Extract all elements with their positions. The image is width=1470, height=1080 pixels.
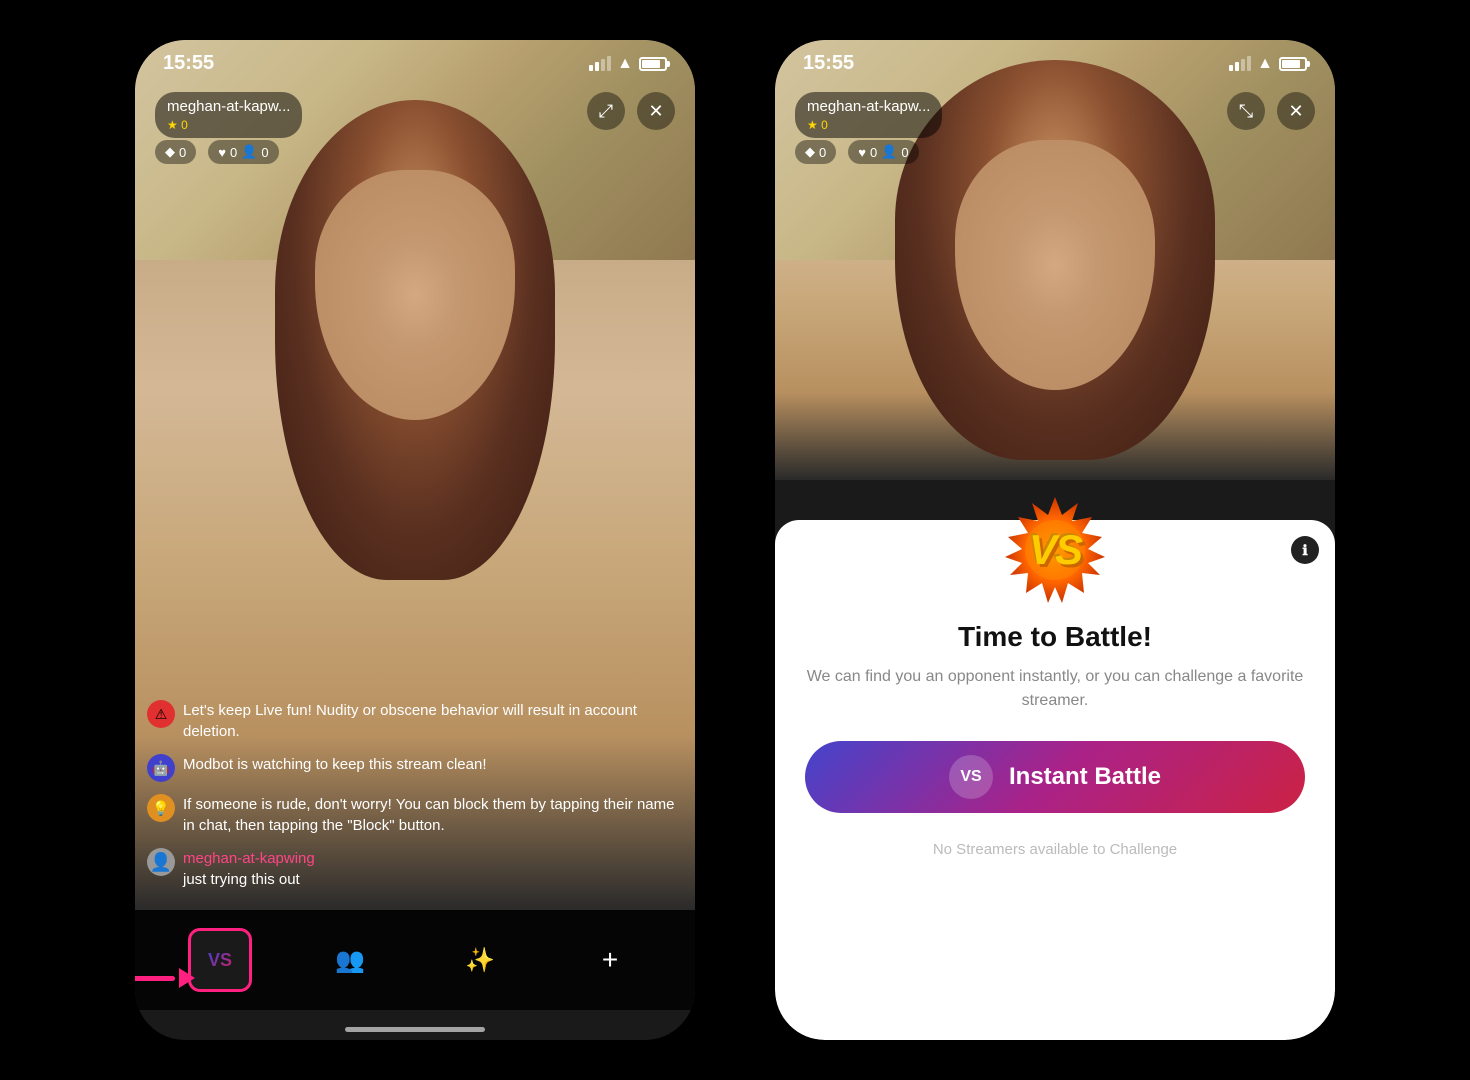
viewer-value-2: 0	[901, 145, 908, 160]
chat-text-1: Let's keep Live fun! Nudity or obscene b…	[183, 700, 683, 742]
battle-sheet: ℹ	[775, 520, 1335, 1040]
signal-bar-6	[1235, 62, 1239, 71]
signal-bar-7	[1241, 59, 1245, 71]
viewer-icon-2: 👤	[881, 144, 897, 160]
user-stars-2: ★ 0	[807, 118, 930, 132]
tip-icon: 💡	[147, 794, 175, 822]
stats-bar-2: ◆ 0 ♥ 0 👤 0	[795, 140, 919, 164]
diamond-stat-2: ◆ 0	[795, 140, 836, 164]
chat-text-3: If someone is rude, don't worry! You can…	[183, 794, 683, 836]
arrow-shaft	[135, 976, 175, 981]
chat-message-3: 💡 If someone is rude, don't worry! You c…	[147, 794, 683, 836]
battle-subtitle: We can find you an opponent instantly, o…	[805, 665, 1305, 713]
info-button[interactable]: ℹ	[1291, 536, 1319, 564]
plus-icon: +	[602, 944, 618, 976]
user-name-1: meghan-at-kapw...	[167, 98, 290, 115]
user-avatar-icon: 👤	[147, 848, 175, 876]
signal-bar-2	[595, 62, 599, 71]
battery-fill-2	[1282, 60, 1300, 68]
status-bar-2: 15:55 ▲	[775, 52, 1335, 75]
warning-icon: ⚠	[147, 700, 175, 728]
instant-battle-button[interactable]: VS Instant Battle	[805, 741, 1305, 813]
user-chat-content: meghan-at-kapwing just trying this out	[183, 848, 315, 890]
chat-message-content: just trying this out	[183, 869, 315, 890]
user-name-2: meghan-at-kapw...	[807, 98, 930, 115]
heart-value-2: 0	[870, 145, 877, 160]
status-icons-1: ▲	[589, 55, 667, 73]
stats-bar-1: ◆ 0 ♥ 0 👤 0	[155, 140, 279, 164]
battle-title: Time to Battle!	[805, 621, 1305, 653]
phones-container: 15:55 ▲ meghan-at-kapw...	[0, 0, 1470, 1080]
plus-button[interactable]: +	[578, 928, 642, 992]
status-bar-1: 15:55 ▲	[135, 52, 695, 75]
top-controls-1: ⤢ ✕	[587, 92, 675, 130]
bottom-toolbar-1: VS 👥 ✨ +	[135, 910, 695, 1010]
phone-screen-1: 15:55 ▲ meghan-at-kapw...	[135, 40, 695, 1040]
chat-text-2: Modbot is watching to keep this stream c…	[183, 754, 487, 775]
wifi-icon-2: ▲	[1257, 55, 1273, 73]
no-streamers-text: No Streamers available to Challenge	[805, 841, 1305, 858]
chat-message-2: 🤖 Modbot is watching to keep this stream…	[147, 754, 683, 782]
chat-username: meghan-at-kapwing	[183, 848, 315, 869]
heart-icon: ♥	[218, 145, 226, 160]
signal-bar-8	[1247, 56, 1251, 71]
diamond-value-2: 0	[819, 145, 826, 160]
user-badge-1[interactable]: meghan-at-kapw... ★ 0	[155, 92, 302, 138]
people-button[interactable]: 👥	[318, 928, 382, 992]
wifi-icon-1: ▲	[617, 55, 633, 73]
magic-button[interactable]: ✨	[448, 928, 512, 992]
heart-stat: ♥ 0 👤 0	[208, 140, 278, 164]
people-icon: 👥	[335, 946, 365, 975]
viewer-icon: 👤	[241, 144, 257, 160]
home-indicator-1	[345, 1027, 485, 1032]
signal-bar-5	[1229, 65, 1233, 71]
chat-message-4: 👤 meghan-at-kapwing just trying this out	[147, 848, 683, 890]
btn-vs-icon: VS	[949, 755, 993, 799]
signal-bar-4	[607, 56, 611, 71]
battery-icon-2	[1279, 57, 1307, 71]
vs-label: VS	[1029, 526, 1081, 574]
arrow-indicator	[135, 968, 195, 988]
top-controls-2: ⤡ ✕	[1227, 92, 1315, 130]
btn-vs-text: VS	[960, 768, 981, 786]
user-badge-2[interactable]: meghan-at-kapw... ★ 0	[795, 92, 942, 138]
phone-2: 15:55 ▲ meghan-at-kapw...	[775, 40, 1335, 1040]
expand-button-2[interactable]: ⤡	[1227, 92, 1265, 130]
heart-stat-2: ♥ 0 👤 0	[848, 140, 918, 164]
signal-bar-1	[589, 65, 593, 71]
chat-container-1: ⚠ Let's keep Live fun! Nudity or obscene…	[147, 700, 683, 890]
status-icons-2: ▲	[1229, 55, 1307, 73]
modbot-icon: 🤖	[147, 754, 175, 782]
instant-battle-label: Instant Battle	[1009, 763, 1161, 791]
phone-screen-2: 15:55 ▲ meghan-at-kapw...	[775, 40, 1335, 1040]
vs-logo: VS	[1000, 495, 1110, 605]
user-stars-1: ★ 0	[167, 118, 290, 132]
expand-button-1[interactable]: ⤢	[587, 92, 625, 130]
signal-bars-1	[589, 56, 611, 71]
magic-icon: ✨	[465, 946, 495, 975]
diamond-icon-2: ◆	[805, 144, 815, 160]
status-time-1: 15:55	[163, 52, 214, 75]
signal-bar-3	[601, 59, 605, 71]
status-time-2: 15:55	[803, 52, 854, 75]
heart-value: 0	[230, 145, 237, 160]
close-button-2[interactable]: ✕	[1277, 92, 1315, 130]
chat-message-1: ⚠ Let's keep Live fun! Nudity or obscene…	[147, 700, 683, 742]
viewer-value: 0	[261, 145, 268, 160]
close-button-1[interactable]: ✕	[637, 92, 675, 130]
diamond-stat: ◆ 0	[155, 140, 196, 164]
signal-bars-2	[1229, 56, 1251, 71]
vs-button-label: VS	[208, 950, 232, 971]
battery-icon-1	[639, 57, 667, 71]
heart-icon-2: ♥	[858, 145, 866, 160]
phone-1: 15:55 ▲ meghan-at-kapw...	[135, 40, 695, 1040]
battery-fill-1	[642, 60, 660, 68]
info-icon: ℹ	[1302, 542, 1307, 559]
diamond-icon: ◆	[165, 144, 175, 160]
diamond-value: 0	[179, 145, 186, 160]
arrow-head	[179, 968, 195, 988]
vs-battle-button[interactable]: VS	[188, 928, 252, 992]
